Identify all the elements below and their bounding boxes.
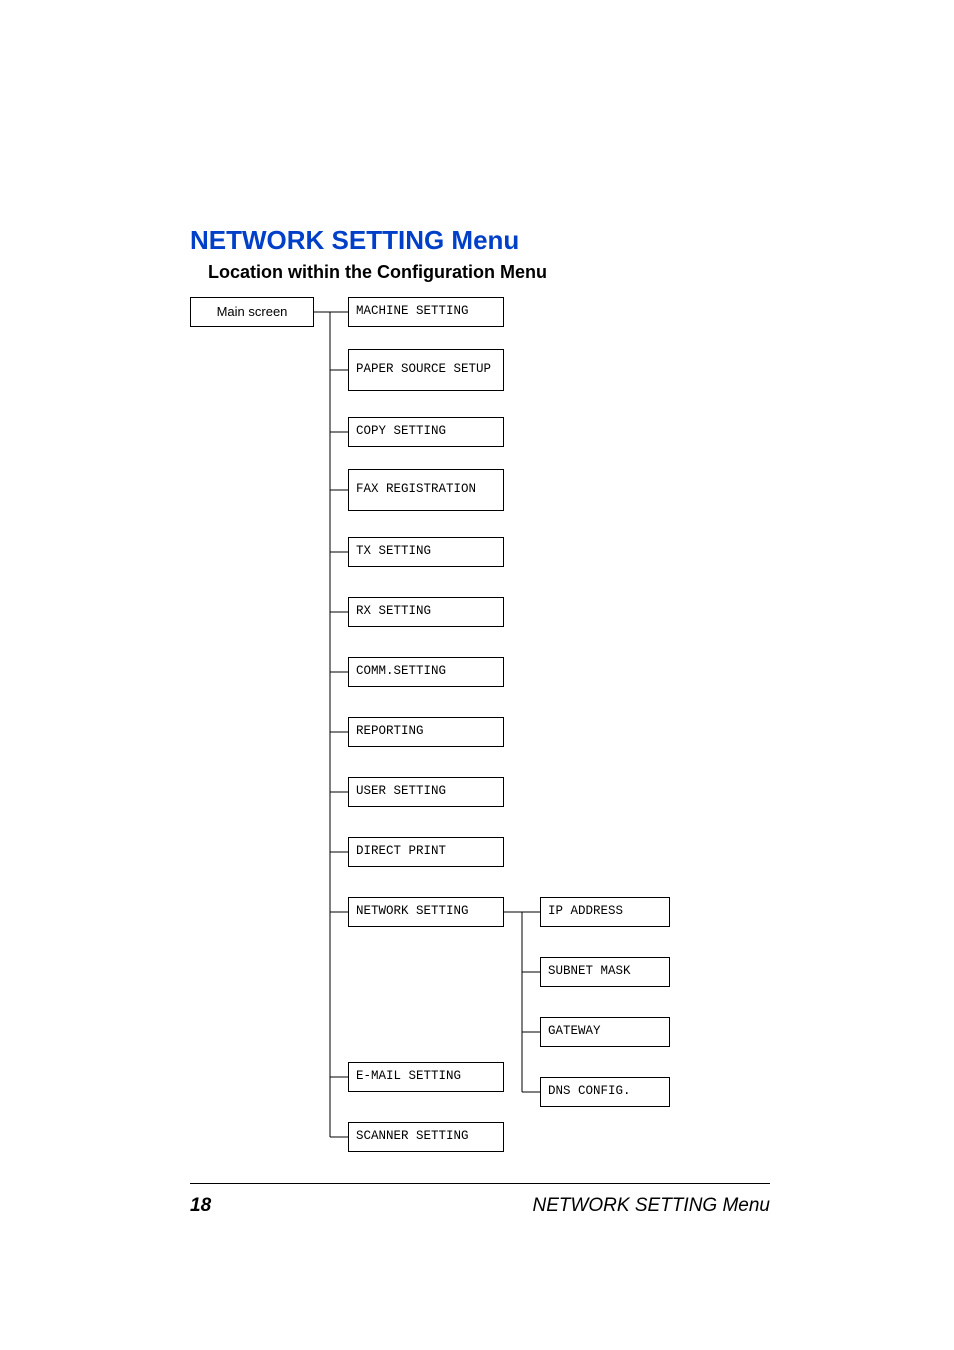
root-main-screen: Main screen [190, 297, 314, 327]
submenu-ip-address: IP ADDRESS [540, 897, 670, 927]
menu-item-tx-setting: TX SETTING [348, 537, 504, 567]
menu-item-direct-print: DIRECT PRINT [348, 837, 504, 867]
menu-item-paper-source-setup: PAPER SOURCE SETUP [348, 349, 504, 391]
page-root: NETWORK SETTING Menu Location within the… [0, 0, 954, 1350]
menu-item-reporting: REPORTING [348, 717, 504, 747]
footer-title: NETWORK SETTING Menu [532, 1195, 770, 1217]
content-block: NETWORK SETTING Menu Location within the… [190, 225, 790, 1157]
menu-tree-diagram: Main screen MACHINE SETTING PAPER SOURCE… [190, 297, 770, 1157]
page-number: 18 [190, 1195, 211, 1217]
section-title: NETWORK SETTING Menu [190, 225, 790, 256]
submenu-gateway: GATEWAY [540, 1017, 670, 1047]
menu-item-copy-setting: COPY SETTING [348, 417, 504, 447]
section-subtitle: Location within the Configuration Menu [208, 262, 790, 283]
menu-item-scanner-setting: SCANNER SETTING [348, 1122, 504, 1152]
menu-item-rx-setting: RX SETTING [348, 597, 504, 627]
footer-rule [190, 1183, 770, 1184]
page-footer: 18 NETWORK SETTING Menu [190, 1195, 770, 1217]
menu-item-fax-registration: FAX REGISTRATION [348, 469, 504, 511]
submenu-dns-config: DNS CONFIG. [540, 1077, 670, 1107]
submenu-subnet-mask: SUBNET MASK [540, 957, 670, 987]
menu-item-e-mail-setting: E-MAIL SETTING [348, 1062, 504, 1092]
menu-item-user-setting: USER SETTING [348, 777, 504, 807]
menu-item-network-setting: NETWORK SETTING [348, 897, 504, 927]
menu-item-comm-setting: COMM.SETTING [348, 657, 504, 687]
menu-item-machine-setting: MACHINE SETTING [348, 297, 504, 327]
